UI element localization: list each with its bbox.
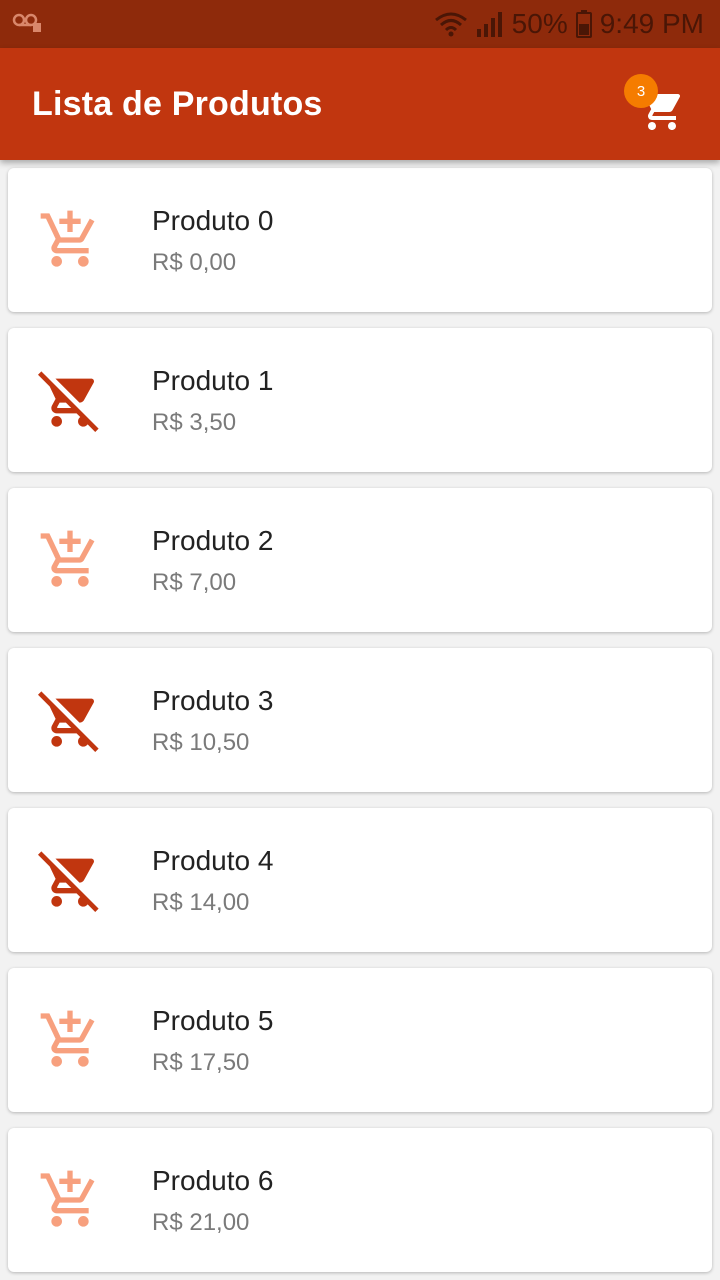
add-shopping-cart-icon[interactable] [38, 1168, 102, 1232]
product-price: R$ 0,00 [152, 249, 237, 276]
product-list: Produto 0 R$ 0,00 Produto 1 R$ 3,50 Produto … [8, 168, 712, 1280]
product-price: R$ 17,50 [152, 1049, 250, 1076]
status-bar: 50% 9:49 PM [0, 0, 720, 48]
product-info: Produto 2 R$ 7,00 [152, 524, 273, 598]
product-price: R$ 14,00 [152, 889, 250, 916]
product-card[interactable]: Produto 0 R$ 0,00 [8, 168, 712, 312]
add-shopping-cart-icon[interactable] [38, 1008, 102, 1072]
product-price: R$ 10,50 [152, 729, 250, 756]
product-name: Produto 1 [152, 365, 274, 396]
add-shopping-cart-icon[interactable] [38, 528, 102, 592]
product-info: Produto 1 R$ 3,50 [152, 364, 273, 438]
product-name: Produto 0 [152, 205, 274, 236]
product-card[interactable]: Produto 6 R$ 21,00 [8, 1128, 712, 1272]
add-shopping-cart-icon[interactable] [38, 208, 102, 272]
product-price: R$ 7,00 [152, 569, 237, 596]
cart-button[interactable]: 3 [624, 72, 696, 136]
product-card[interactable]: Produto 1 R$ 3,50 [8, 328, 712, 472]
product-price: R$ 3,50 [152, 409, 237, 436]
product-name: Produto 3 [152, 685, 274, 716]
signal-icon [476, 11, 504, 37]
remove-shopping-cart-icon[interactable] [38, 368, 102, 432]
battery-percent: 50% [511, 8, 568, 39]
product-info: Produto 3 R$ 10,50 [152, 684, 273, 758]
product-name: Produto 6 [152, 1165, 274, 1196]
battery-icon [575, 10, 592, 38]
product-name: Produto 4 [152, 845, 274, 876]
cart-count-badge: 3 [624, 74, 658, 108]
product-info: Produto 6 R$ 21,00 [152, 1164, 273, 1238]
remove-shopping-cart-icon[interactable] [38, 848, 102, 912]
product-card[interactable]: Produto 2 R$ 7,00 [8, 488, 712, 632]
clock: 9:49 PM [599, 8, 704, 39]
wifi-icon [434, 11, 468, 37]
remove-shopping-cart-icon[interactable] [38, 688, 102, 752]
page-title: Lista de Produtos [32, 84, 323, 123]
product-card[interactable]: Produto 4 R$ 14,00 [8, 808, 712, 952]
product-price: R$ 21,00 [152, 1209, 250, 1236]
product-card[interactable]: Produto 3 R$ 10,50 [8, 648, 712, 792]
product-name: Produto 5 [152, 1005, 274, 1036]
product-info: Produto 0 R$ 0,00 [152, 204, 273, 278]
product-info: Produto 5 R$ 17,50 [152, 1004, 273, 1078]
app-bar: Lista de Produtos 3 [0, 48, 720, 160]
product-name: Produto 2 [152, 525, 274, 556]
product-info: Produto 4 R$ 14,00 [152, 844, 273, 918]
product-card[interactable]: Produto 5 R$ 17,50 [8, 968, 712, 1112]
voicemail-icon [12, 11, 42, 38]
